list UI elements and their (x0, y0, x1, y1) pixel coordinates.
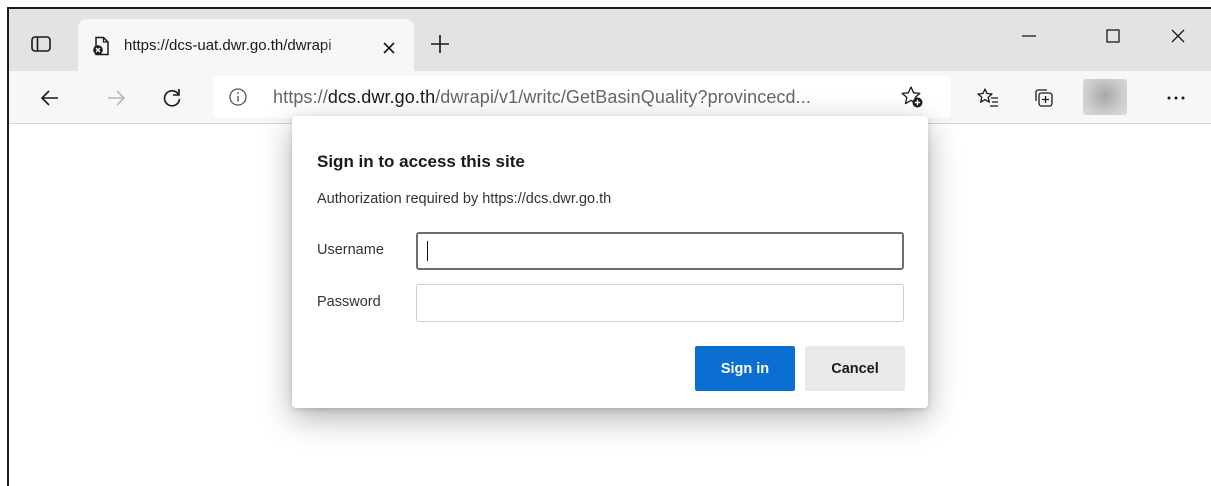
info-icon[interactable] (227, 86, 249, 108)
address-bar[interactable]: https://dcs.dwr.go.th/dwrapi/v1/writc/Ge… (213, 76, 951, 118)
url-text[interactable]: https://dcs.dwr.go.th/dwrapi/v1/writc/Ge… (273, 87, 811, 108)
password-input[interactable] (416, 284, 904, 322)
close-window-icon[interactable] (1157, 15, 1199, 57)
favorites-icon[interactable] (973, 83, 1003, 113)
tab-actions-icon[interactable] (23, 29, 59, 59)
back-arrow-icon[interactable] (35, 83, 65, 113)
password-label: Password (317, 294, 381, 310)
avatar[interactable] (1083, 79, 1127, 115)
collections-icon[interactable] (1029, 83, 1059, 113)
title-bar: https://dcs-uat.dwr.go.th/dwrapi (9, 9, 1211, 73)
minimize-icon[interactable] (1008, 15, 1050, 57)
page-blocked-icon (92, 36, 112, 56)
url-scheme: https:// (273, 87, 328, 107)
new-tab-icon[interactable] (427, 31, 453, 57)
active-tab[interactable]: https://dcs-uat.dwr.go.th/dwrapi (78, 19, 414, 73)
dialog-subtitle: Authorization required by https://dcs.dw… (317, 191, 612, 207)
add-favorite-icon[interactable] (899, 84, 925, 110)
browser-window: https://dcs-uat.dwr.go.th/dwrapi https:/… (7, 7, 1211, 486)
close-tab-icon[interactable] (380, 39, 398, 57)
text-caret (427, 241, 428, 261)
url-host: dcs.dwr.go.th (327, 87, 436, 107)
username-input[interactable] (416, 232, 904, 270)
refresh-icon[interactable] (157, 83, 187, 113)
cancel-button[interactable]: Cancel (805, 346, 905, 391)
dialog-title: Sign in to access this site (317, 152, 525, 171)
username-label: Username (317, 242, 384, 258)
forward-arrow-icon[interactable] (101, 83, 131, 113)
sign-in-dialog: Sign in to access this site Authorizatio… (292, 116, 928, 408)
maximize-icon[interactable] (1092, 15, 1134, 57)
sign-in-button[interactable]: Sign in (695, 346, 795, 391)
url-path: /dwrapi/v1/writc/GetBasinQuality?provinc… (435, 87, 811, 107)
tab-title: https://dcs-uat.dwr.go.th/dwrapi (124, 37, 332, 54)
more-icon[interactable] (1161, 83, 1191, 113)
